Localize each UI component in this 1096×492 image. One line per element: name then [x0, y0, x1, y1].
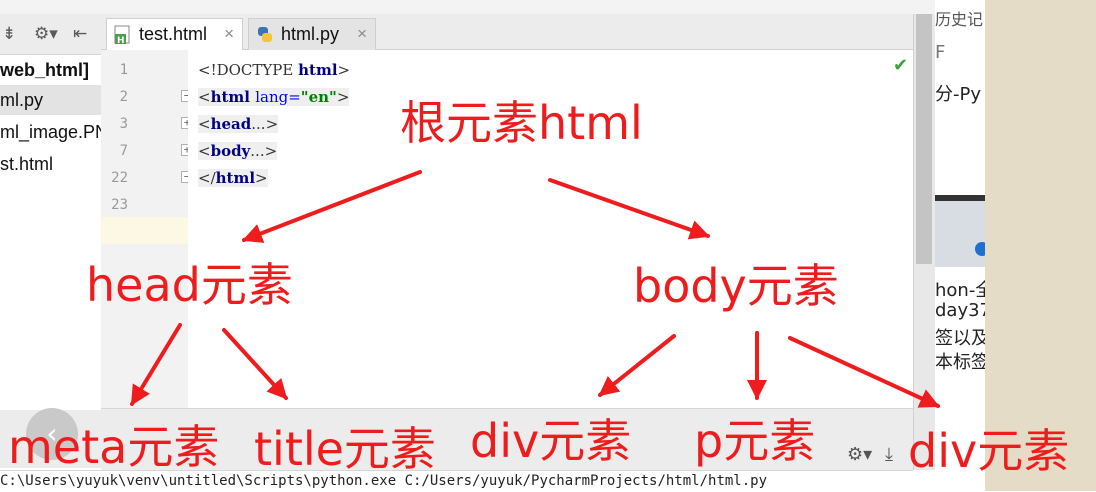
tree-item-test-html[interactable]: st.html: [0, 149, 101, 179]
token: html: [215, 169, 256, 187]
token: </: [198, 169, 216, 187]
annotation-title: title元素: [254, 422, 436, 476]
line-number: 22: [111, 170, 128, 186]
browser-text: 分-Py: [935, 84, 982, 105]
collapse-icon[interactable]: ⇟: [2, 24, 16, 44]
browser-text: day37: [935, 300, 985, 321]
project-toolbar: ⇟ ⚙▾ ⇤: [0, 14, 101, 55]
line-number: 3: [119, 116, 128, 132]
tree-item-root[interactable]: web_html]: [0, 55, 101, 85]
token: "en": [300, 88, 337, 106]
token: <!DOCTYPE: [198, 61, 299, 79]
annotation-root-html: 根元素html: [400, 96, 643, 150]
line-number: 23: [111, 197, 128, 213]
download-icon[interactable]: ⤓: [885, 444, 893, 465]
tree-item-html-image[interactable]: ml_image.PN: [0, 117, 101, 147]
editor-tab-bar: H test.html × html.py ×: [101, 14, 913, 50]
checkmark-icon: ✔: [893, 55, 909, 76]
project-tree: web_html] ml.py ml_image.PN st.html: [0, 55, 101, 410]
token: >: [264, 142, 278, 160]
desktop-background: [985, 0, 1096, 491]
token: body: [210, 142, 251, 160]
token: html: [298, 61, 338, 79]
tab-label: html.py: [281, 24, 340, 44]
token: <: [198, 142, 211, 160]
token: <: [198, 115, 211, 133]
code-line-7: <body...>: [198, 142, 278, 160]
hide-icon[interactable]: ⇤: [73, 24, 87, 44]
svg-text:H: H: [117, 36, 125, 45]
annotation-p: p元素: [694, 414, 816, 468]
annotation-meta: meta元素: [8, 420, 220, 474]
token: >: [336, 88, 350, 106]
top-strip: [0, 0, 1096, 14]
code-line-2: <html lang="en">: [198, 88, 350, 106]
thumbnail-bar: [935, 195, 985, 201]
line-number: 2: [119, 89, 128, 105]
gear-icon[interactable]: ⚙▾: [34, 24, 58, 44]
token: <: [198, 88, 211, 106]
video-thumbnail[interactable]: [935, 195, 985, 267]
line-number: 7: [119, 143, 128, 159]
code-line-22: </html>: [198, 169, 268, 187]
browser-text: 历史记: [935, 10, 984, 29]
token: html: [210, 88, 256, 106]
token: >: [265, 115, 279, 133]
avatar: [975, 242, 985, 256]
token: ...: [251, 115, 266, 133]
close-icon[interactable]: ×: [224, 24, 234, 44]
token: >: [255, 169, 268, 187]
tree-item-html-py[interactable]: ml.py: [0, 85, 101, 115]
background-browser-window: 历史记 F 分-Py hon-全 day37 签以及 本标签: [935, 0, 985, 470]
code-line-1: <!DOCTYPE html>: [198, 61, 350, 79]
token: head: [210, 115, 252, 133]
line-number: 1: [119, 62, 128, 78]
token: >: [337, 61, 351, 79]
annotation-div: div元素: [470, 414, 632, 468]
annotation-div-2: div元素: [908, 424, 1070, 478]
browser-text: hon-全: [935, 280, 985, 301]
tab-test-html[interactable]: H test.html ×: [106, 18, 243, 50]
code-line-3: <head...>: [198, 115, 279, 133]
close-icon[interactable]: ×: [357, 24, 367, 44]
token: ...: [250, 142, 265, 160]
html-file-icon: H: [114, 25, 130, 45]
annotation-head: head元素: [86, 258, 293, 312]
tab-html-py[interactable]: html.py ×: [248, 18, 376, 50]
browser-text: F: [935, 42, 946, 63]
token: lang=: [255, 88, 301, 106]
python-file-icon: [258, 27, 272, 42]
gear-icon[interactable]: ⚙▾: [847, 444, 872, 465]
scrollbar-thumb[interactable]: [916, 14, 932, 264]
tab-label: test.html: [139, 24, 208, 44]
annotation-body: body元素: [633, 259, 839, 313]
browser-text: 本标签: [935, 352, 985, 373]
browser-text: 签以及: [935, 328, 985, 349]
